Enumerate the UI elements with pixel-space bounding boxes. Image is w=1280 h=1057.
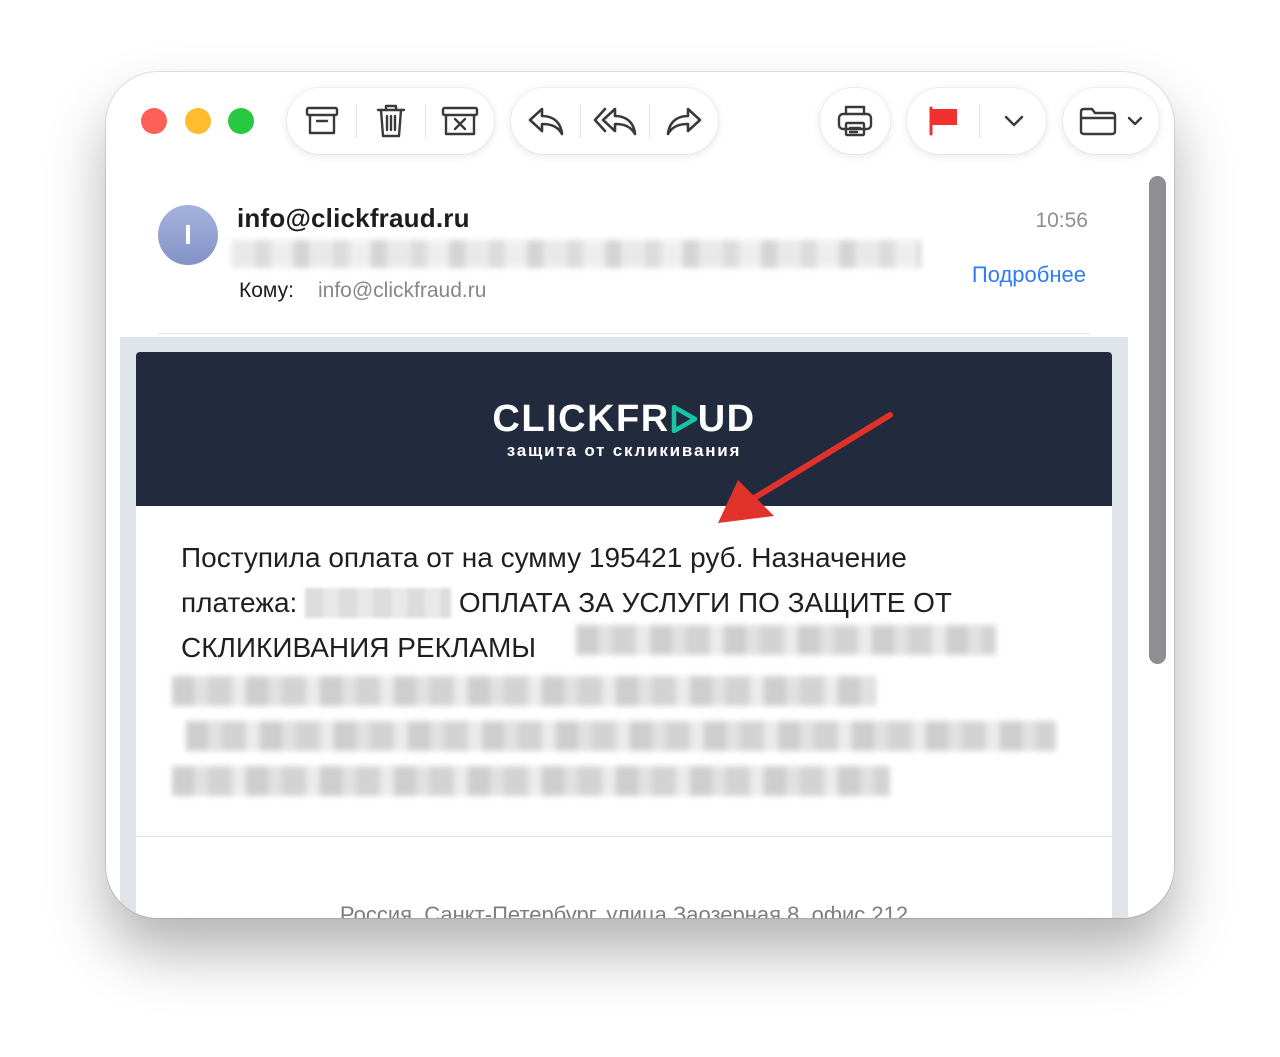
logo-play-icon <box>671 400 697 443</box>
message-card: CLICKFR UD защита от скликивания Поступил… <box>136 352 1112 918</box>
chevron-down-icon <box>1127 116 1143 126</box>
toolbar-group-move <box>1063 88 1159 154</box>
archive-icon <box>305 105 339 137</box>
redacted-text <box>186 721 1056 751</box>
minimize-button[interactable] <box>185 108 211 134</box>
logo-tagline: защита от скликивания <box>506 441 742 460</box>
reply-icon <box>528 106 564 136</box>
sender-address[interactable]: info@clickfraud.ru <box>237 203 470 234</box>
print-icon <box>837 104 873 138</box>
redacted-text <box>576 625 996 655</box>
folder-icon <box>1079 106 1117 136</box>
delete-button[interactable] <box>356 88 425 154</box>
toolbar-group-flag <box>907 88 1046 154</box>
toolbar-group-print <box>820 88 890 154</box>
to-label: Кому: <box>239 279 294 302</box>
close-button[interactable] <box>141 108 167 134</box>
reply-button[interactable] <box>511 88 580 154</box>
redacted-payer <box>305 588 452 618</box>
move-to-folder-button[interactable] <box>1063 88 1159 154</box>
print-button[interactable] <box>820 88 890 154</box>
flag-icon <box>928 106 960 136</box>
forward-icon <box>666 106 702 136</box>
forward-button[interactable] <box>649 88 718 154</box>
archive-button[interactable] <box>287 88 356 154</box>
subject-redacted <box>231 240 921 268</box>
reply-all-button[interactable] <box>580 88 649 154</box>
details-link[interactable]: Подробнее <box>972 262 1086 288</box>
mail-window: I info@clickfraud.ru 10:56 Подробнее Ком… <box>106 72 1174 918</box>
received-time: 10:56 <box>1035 209 1088 232</box>
zoom-button[interactable] <box>228 108 254 134</box>
message-line: платежа: ОПЛАТА ЗА УСЛУГИ ПО ЗАЩИТЕ ОТ <box>181 587 953 618</box>
footer-divider <box>136 836 1112 837</box>
brand-banner: CLICKFR UD защита от скликивания <box>136 352 1112 506</box>
trash-icon <box>376 104 406 138</box>
redacted-text <box>172 676 876 706</box>
avatar: I <box>158 205 218 265</box>
toolbar-separator <box>979 104 980 138</box>
junk-icon <box>441 105 479 137</box>
header-divider <box>158 333 1090 334</box>
flag-button[interactable] <box>907 88 981 154</box>
chevron-down-icon <box>1004 115 1024 127</box>
footer-address: Россия, Санкт-Петербург, улица Заозерная… <box>339 902 909 918</box>
flag-menu-button[interactable] <box>981 88 1046 154</box>
redacted-text <box>172 766 890 796</box>
toolbar-group-reply <box>511 88 718 154</box>
message-body: CLICKFR UD защита от скликивания Поступил… <box>120 337 1128 918</box>
toolbar-group-mailbox <box>287 88 494 154</box>
junk-button[interactable] <box>425 88 494 154</box>
scrollbar-thumb[interactable] <box>1149 176 1166 664</box>
reply-all-icon <box>593 106 637 136</box>
message-line: Поступила оплата от на сумму 195421 руб.… <box>181 542 907 573</box>
recipient-address[interactable]: info@clickfraud.ru <box>318 279 486 303</box>
clickfraud-logo: CLICKFR UD <box>136 398 1112 443</box>
